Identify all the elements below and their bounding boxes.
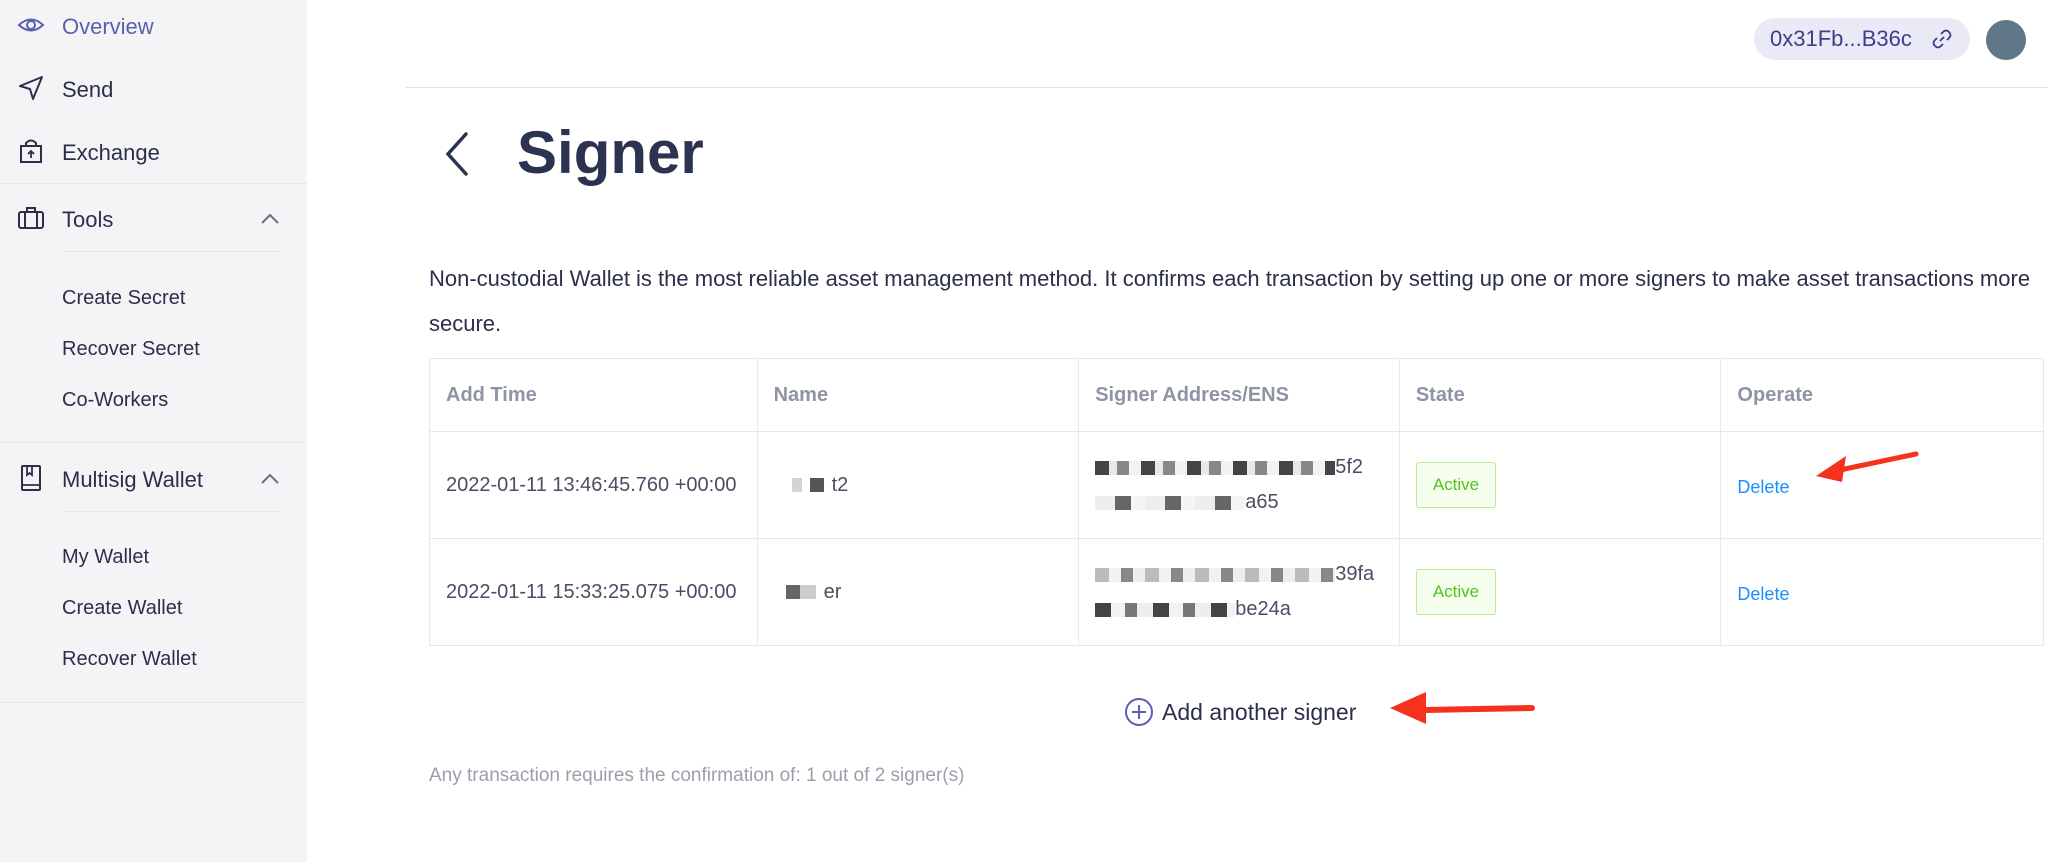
plus-circle-icon xyxy=(1125,698,1153,726)
operate-cell: Delete xyxy=(1721,539,2043,645)
wallet-address: 0x31Fb...B36c xyxy=(1770,26,1912,51)
column-header: Operate xyxy=(1737,383,1814,406)
sidebar-item-recover-secret[interactable]: Recover Secret xyxy=(62,338,200,361)
signer-name: t2 xyxy=(831,473,849,496)
add-time: 2022-01-11 15:33:25.075 +00:00 xyxy=(446,580,737,603)
address-fragment: a65 xyxy=(1245,491,1279,513)
sidebar-item-my-wallet[interactable]: My Wallet xyxy=(62,546,149,569)
description: Non-custodial Wallet is the most reliabl… xyxy=(429,266,2031,336)
annotation-arrow-icon xyxy=(1816,451,1919,482)
column-header: Add Time xyxy=(430,359,758,431)
address-fragment: 5f2 xyxy=(1335,456,1364,478)
nav-send[interactable]: Send xyxy=(0,63,307,115)
chevron-up-icon[interactable] xyxy=(258,467,282,491)
nav-tools[interactable]: Tools xyxy=(0,193,307,245)
toolbox-icon xyxy=(16,203,46,233)
signer-address-cell: 39fa be24a xyxy=(1079,539,1400,645)
redacted-block xyxy=(1095,567,1336,582)
address-line: be24a xyxy=(1095,592,1374,627)
submenu-divider xyxy=(62,251,282,252)
sidebar-divider xyxy=(0,702,307,703)
name-cell: t2 xyxy=(758,432,1080,538)
sidebar-item-create-wallet[interactable]: Create Wallet xyxy=(62,597,182,620)
name-cell: er xyxy=(758,539,1080,645)
sidebar-divider xyxy=(0,183,307,184)
send-icon xyxy=(16,73,46,103)
nav-multisig-wallet[interactable]: Multisig Wallet xyxy=(0,453,307,505)
delete-button[interactable]: Delete xyxy=(1737,470,1789,505)
table-row: 2022-01-11 13:46:45.760 +00:00 t2 5f2 a6… xyxy=(430,432,2043,539)
nav-send-label: Send xyxy=(62,77,114,102)
wallet-address-pill[interactable]: 0x31Fb...B36c xyxy=(1754,18,1970,60)
status-badge: Active xyxy=(1415,462,1497,508)
sidebar: Overview Send Exchange Tools Create Secr… xyxy=(0,0,307,862)
sidebar-item-co-workers[interactable]: Co-Workers xyxy=(62,389,168,412)
redacted-block xyxy=(1095,495,1246,510)
table-row: 2022-01-11 15:33:25.075 +00:00 er 39fa b… xyxy=(430,539,2043,645)
signer-address-cell: 5f2 a65 xyxy=(1079,432,1400,538)
state-cell: Active xyxy=(1400,539,1722,645)
redacted-block xyxy=(809,478,824,492)
add-time-cell: 2022-01-11 13:46:45.760 +00:00 xyxy=(430,432,758,538)
address-fragment: 39fa xyxy=(1335,563,1375,585)
annotation-arrow-icon xyxy=(1390,692,1535,724)
sidebar-divider xyxy=(0,442,307,443)
delete-button[interactable]: Delete xyxy=(1737,577,1789,612)
back-arrow-icon[interactable] xyxy=(438,128,474,180)
status-badge: Active xyxy=(1415,569,1497,615)
sidebar-item-create-secret[interactable]: Create Secret xyxy=(62,287,185,310)
confirmation-note: Any transaction requires the confirmatio… xyxy=(429,765,965,786)
signer-name: er xyxy=(823,580,842,603)
book-icon xyxy=(16,463,46,493)
nav-overview[interactable]: Overview xyxy=(0,0,307,52)
address-line: 5f2 xyxy=(1095,450,1363,485)
redacted-block xyxy=(1095,460,1336,475)
nav-exchange[interactable]: Exchange xyxy=(0,126,307,178)
submenu-divider xyxy=(62,511,282,512)
address-line: 39fa xyxy=(1095,557,1374,592)
column-header: Name xyxy=(758,359,1080,431)
chevron-up-icon[interactable] xyxy=(258,207,282,231)
signer-address: 39fa be24a xyxy=(1095,557,1374,627)
eye-icon xyxy=(16,10,46,40)
add-signer-button[interactable]: Add another signer xyxy=(1124,697,1356,727)
sidebar-item-recover-wallet[interactable]: Recover Wallet xyxy=(62,648,197,671)
redacted-block xyxy=(785,585,816,599)
state-cell: Active xyxy=(1400,432,1722,538)
add-time: 2022-01-11 13:46:45.760 +00:00 xyxy=(446,473,737,496)
header-divider xyxy=(406,87,2048,88)
address-line: a65 xyxy=(1095,485,1363,520)
nav-tools-label: Tools xyxy=(62,207,114,232)
address-fragment: be24a xyxy=(1235,598,1291,620)
avatar[interactable] xyxy=(1986,20,2026,60)
redacted-block xyxy=(791,478,802,492)
column-header: State xyxy=(1400,359,1722,431)
signers-table: Add Time Name Signer Address/ENS State O… xyxy=(429,358,2044,646)
add-signer-label: Add another signer xyxy=(1162,698,1357,725)
nav-overview-label: Overview xyxy=(62,14,154,39)
signer-address: 5f2 a65 xyxy=(1095,450,1363,520)
shopping-bag-icon xyxy=(16,136,46,166)
add-time-cell: 2022-01-11 15:33:25.075 +00:00 xyxy=(430,539,758,645)
redacted-block xyxy=(1095,602,1236,617)
nav-multisig-wallet-label: Multisig Wallet xyxy=(62,467,203,492)
page-title: Signer xyxy=(517,119,704,186)
link-icon[interactable] xyxy=(1932,29,1952,49)
nav-exchange-label: Exchange xyxy=(62,140,160,165)
column-header: Signer Address/ENS xyxy=(1079,359,1400,431)
table-header-row: Add Time Name Signer Address/ENS State O… xyxy=(430,359,2043,432)
